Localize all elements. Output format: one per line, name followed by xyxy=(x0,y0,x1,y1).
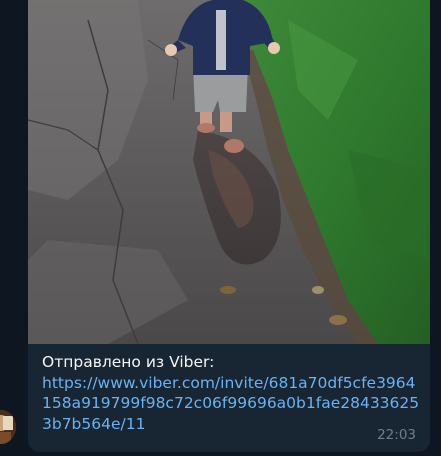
viber-invite-link[interactable]: https://www.viber.com/invite/681a70df5cf… xyxy=(42,374,419,433)
photo-image xyxy=(28,0,430,344)
sender-avatar[interactable] xyxy=(0,410,16,444)
chat-area: Отправлено из Viber: https://www.viber.c… xyxy=(0,0,441,456)
message-time: 22:03 xyxy=(377,427,416,443)
photo-attachment[interactable] xyxy=(28,0,430,344)
message-bubble[interactable]: Отправлено из Viber: https://www.viber.c… xyxy=(28,0,430,452)
caption-prefix: Отправлено из Viber: xyxy=(42,353,215,371)
message-caption: Отправлено из Viber: https://www.viber.c… xyxy=(42,352,420,434)
